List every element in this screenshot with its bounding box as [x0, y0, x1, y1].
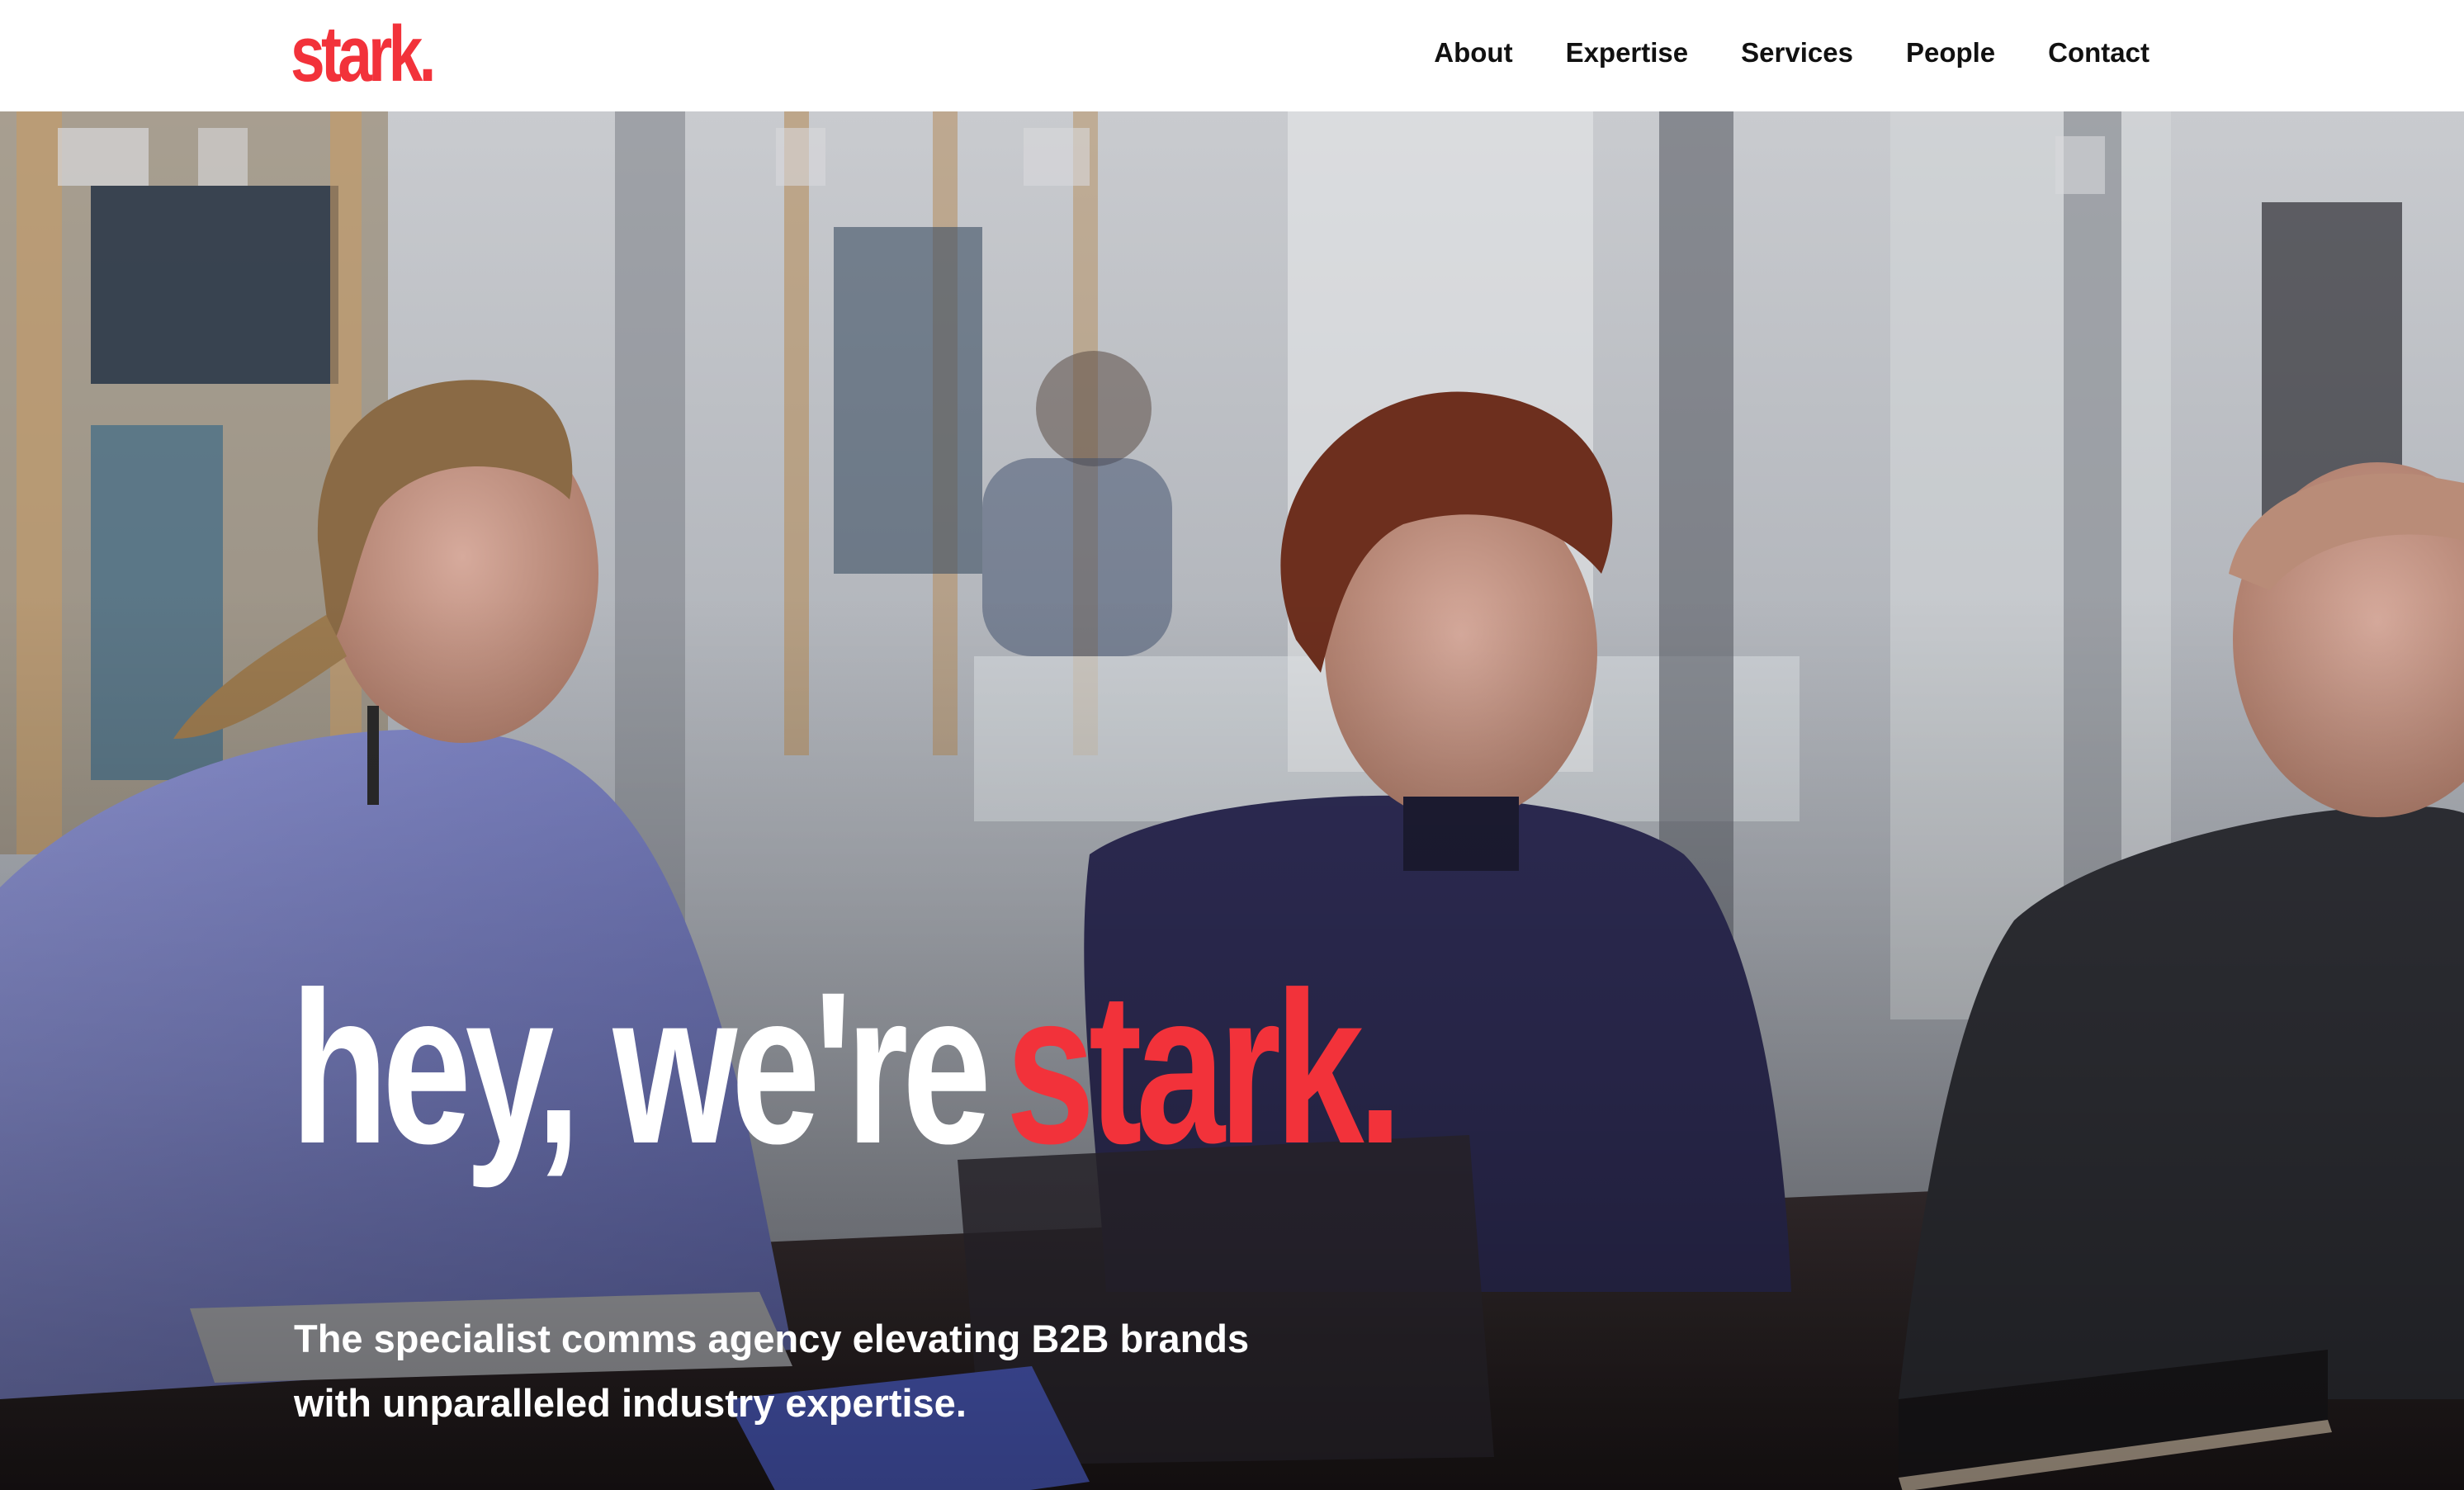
nav-link-contact[interactable]: Contact [2048, 37, 2149, 69]
nav-link-expertise[interactable]: Expertise [1566, 37, 1689, 69]
hero-headline: hey, we'restark. [291, 960, 1402, 1176]
nav-link-services[interactable]: Services [1741, 37, 1853, 69]
tagline-line-2: with unparalleled industry expertise. [294, 1381, 967, 1425]
site-header: stark. About Expertise Services People C… [0, 0, 2464, 111]
hero-section: hey, we'restark. The specialist comms ag… [0, 111, 2464, 1490]
main-nav: About Expertise Services People Contact [1434, 0, 2149, 106]
page: stark. About Expertise Services People C… [0, 0, 2464, 1490]
tagline-line-1: The specialist comms agency elevating B2… [294, 1317, 1250, 1360]
stark-logo[interactable]: stark. [291, 15, 436, 94]
headline-lead: hey, we're [291, 947, 991, 1189]
hero-tagline: The specialist comms agency elevating B2… [294, 1307, 1450, 1436]
headline-brand: stark. [1005, 947, 1402, 1189]
nav-link-about[interactable]: About [1434, 37, 1512, 69]
hero-overlay [0, 111, 2464, 1490]
nav-link-people[interactable]: People [1906, 37, 1995, 69]
